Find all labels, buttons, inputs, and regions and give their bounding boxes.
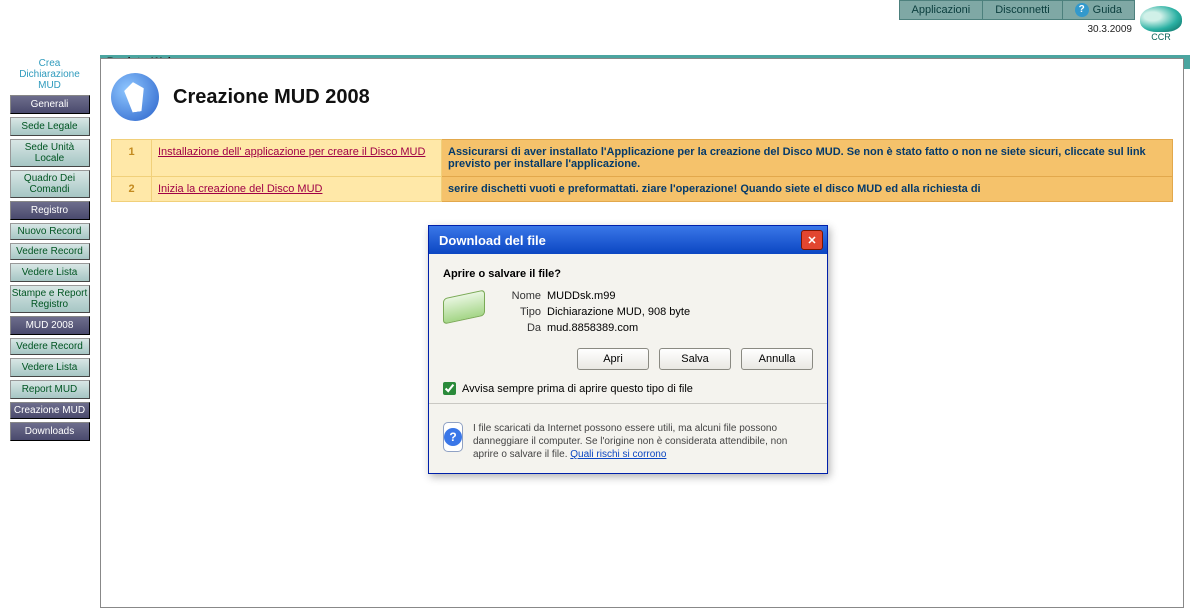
ccr-logo: CCR: [1138, 2, 1184, 42]
sidebar-item-11[interactable]: Vedere Lista: [10, 358, 90, 377]
memory-chip-icon: [443, 290, 485, 325]
cancel-button[interactable]: Annulla: [741, 348, 813, 370]
page-title: Creazione MUD 2008: [173, 86, 370, 109]
ccr-text: CCR: [1151, 32, 1171, 42]
close-icon: ✕: [807, 234, 816, 247]
sidebar-note: Crea Dichiarazione MUD: [19, 58, 80, 91]
label-name: Nome: [499, 290, 541, 302]
feather-badge-icon: [111, 73, 159, 121]
sidebar-item-8[interactable]: Stampe e Report Registro: [10, 285, 90, 313]
question-icon: ?: [444, 428, 462, 446]
always-ask-checkbox-row[interactable]: Avvisa sempre prima di aprire questo tip…: [443, 382, 813, 395]
sidebar-item-13[interactable]: Creazione MUD: [10, 402, 90, 419]
step-num-1: 1: [112, 140, 152, 177]
step-row-1: 1 Installazione dell' applicazione per cr…: [112, 140, 1173, 177]
sidebar-item-0[interactable]: Generali: [10, 95, 90, 114]
step-num-2: 2: [112, 177, 152, 202]
value-from: mud.8858389.com: [547, 322, 690, 334]
feather-icon: [122, 81, 148, 114]
date-text: 30.3.2009: [1088, 24, 1133, 35]
ccr-swirl-icon: [1140, 6, 1182, 32]
steps-table: 1 Installazione dell' applicazione per cr…: [111, 139, 1173, 202]
label-from: Da: [499, 322, 541, 334]
close-button[interactable]: ✕: [801, 230, 823, 250]
topbar: Applicazioni Disconnetti ? Guida 30.3.200…: [0, 0, 1190, 55]
sidebar-item-2[interactable]: Sede Unità Locale: [10, 139, 90, 167]
sidebar-item-3[interactable]: Quadro Dei Comandi: [10, 170, 90, 198]
step-link-1[interactable]: Installazione dell' applicazione per cre…: [158, 146, 425, 158]
help-icon: ?: [1075, 3, 1089, 17]
step-desc-1: Assicurarsi di aver installato l'Applica…: [442, 140, 1173, 177]
value-type: Dichiarazione MUD, 908 byte: [547, 306, 690, 318]
sidebar-note-2: Dichiarazione: [19, 69, 80, 80]
sidebar-item-6[interactable]: Vedere Record: [10, 243, 90, 260]
sidebar-item-10[interactable]: Vedere Record: [10, 338, 90, 355]
open-button[interactable]: Apri: [577, 348, 649, 370]
apps-button[interactable]: Applicazioni: [899, 0, 984, 20]
always-ask-checkbox[interactable]: [443, 382, 456, 395]
dialog-body: Aprire o salvare il file? Nome MUDDsk.m9…: [429, 254, 827, 422]
label-type: Tipo: [499, 306, 541, 318]
sidebar-item-12[interactable]: Report MUD: [10, 380, 90, 399]
dialog-actions: Apri Salva Annulla: [443, 348, 813, 370]
dialog-separator: [429, 403, 827, 404]
sidebar-note-3: MUD: [38, 80, 61, 91]
dialog-footer: ? I file scaricati da Internet possono e…: [429, 422, 827, 473]
save-button[interactable]: Salva: [659, 348, 731, 370]
dialog-title: Download del file: [439, 233, 801, 248]
sidebar-item-5[interactable]: Nuovo Record: [10, 223, 90, 240]
dialog-rows: Nome MUDDsk.m99 Tipo Dichiarazione MUD, …: [499, 290, 690, 334]
shield-icon: ?: [443, 422, 463, 452]
step-link-cell-1: Installazione dell' applicazione per cre…: [152, 140, 442, 177]
step-link-cell-2: Inizia la creazione del Disco MUD: [152, 177, 442, 202]
sidebar-item-14[interactable]: Downloads: [10, 422, 90, 441]
step-link-2[interactable]: Inizia la creazione del Disco MUD: [158, 183, 322, 195]
disconnect-button[interactable]: Disconnetti: [983, 0, 1062, 20]
step-desc-2: serire dischetti vuoti e preformattati. …: [442, 177, 1173, 202]
risks-link[interactable]: Quali rischi si corrono: [570, 449, 666, 460]
step-row-2: 2 Inizia la creazione del Disco MUD serire…: [112, 177, 1173, 202]
value-name: MUDDsk.m99: [547, 290, 690, 302]
sidebar-item-9[interactable]: MUD 2008: [10, 316, 90, 335]
guide-button[interactable]: ? Guida: [1063, 0, 1135, 20]
guide-label: Guida: [1093, 4, 1122, 16]
dialog-titlebar[interactable]: Download del file ✕: [429, 226, 827, 254]
page-head: Creazione MUD 2008: [111, 73, 1173, 121]
topbar-links: Applicazioni Disconnetti ? Guida: [899, 0, 1135, 20]
dialog-footer-text: I file scaricati da Internet possono ess…: [473, 422, 813, 461]
sidebar-item-4[interactable]: Registro: [10, 201, 90, 220]
dialog-info: Nome MUDDsk.m99 Tipo Dichiarazione MUD, …: [443, 290, 813, 334]
download-dialog: Download del file ✕ Aprire o salvare il …: [428, 225, 828, 474]
sidebar-item-7[interactable]: Vedere Lista: [10, 263, 90, 282]
sidebar: Crea Dichiarazione MUD Generali Sede Lega…: [2, 58, 97, 441]
always-ask-label: Avvisa sempre prima di aprire questo tip…: [462, 383, 693, 395]
sidebar-note-1: Crea: [39, 58, 61, 69]
sidebar-item-1[interactable]: Sede Legale: [10, 117, 90, 136]
dialog-question: Aprire o salvare il file?: [443, 268, 813, 280]
